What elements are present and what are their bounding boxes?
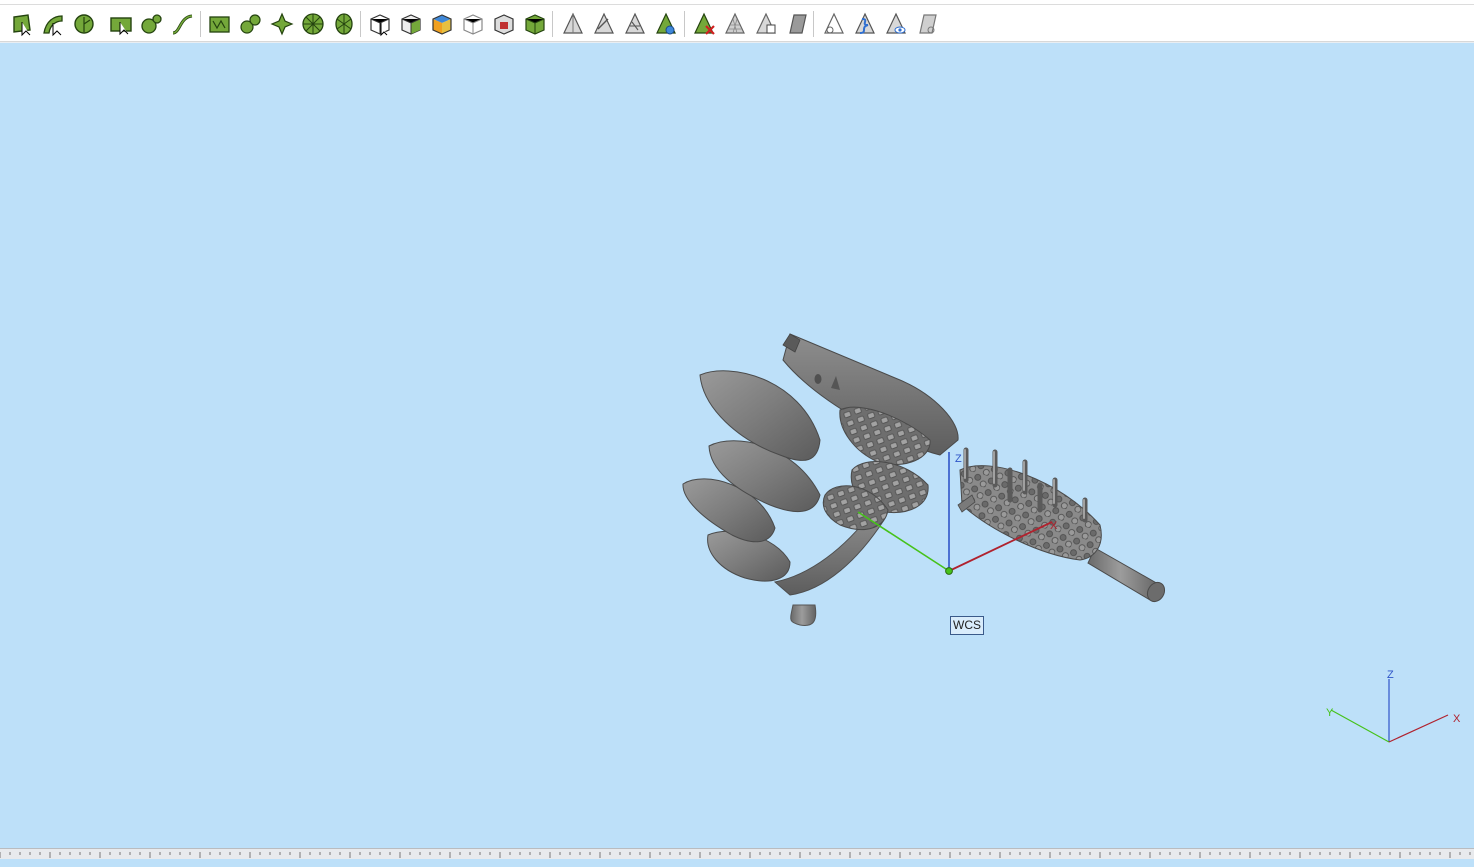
box-tool-button[interactable] (398, 11, 424, 37)
fillet-icon (139, 11, 165, 37)
toolbar-top-divider (0, 4, 1474, 5)
gizmo-y-label: Y (1326, 707, 1334, 719)
polyline-tool-button[interactable] (9, 11, 35, 37)
circle-icon (71, 11, 97, 37)
model-disc-hole (814, 374, 822, 384)
wire-box-icon (460, 11, 486, 37)
main-toolbar (0, 0, 1474, 42)
green-box-tool-button[interactable] (522, 11, 548, 37)
model-lattice-cluster[interactable] (959, 465, 1102, 561)
prism-mesh-tool-button[interactable] (722, 11, 748, 37)
rectangle-icon (108, 11, 134, 37)
prism-color-icon (653, 11, 679, 37)
arc-tool-button[interactable] (40, 11, 66, 37)
prism-split-icon (622, 11, 648, 37)
star-pattern-icon (269, 11, 295, 37)
wire-box-tool-button[interactable] (460, 11, 486, 37)
ruler-ticks (0, 852, 1471, 858)
bottom-ruler (0, 848, 1474, 859)
gizmo-y-axis (1330, 709, 1390, 743)
curve-pattern-icon (238, 11, 264, 37)
wcs-origin-point[interactable] (945, 567, 953, 575)
box-select-icon (367, 11, 393, 37)
circular-pattern-icon (300, 11, 326, 37)
wcs-z-label: Z (955, 453, 962, 465)
hollow-box-tool-button[interactable] (491, 11, 517, 37)
toolbar-separator (813, 11, 814, 37)
prism-color-tool-button[interactable] (653, 11, 679, 37)
green-box-icon (522, 11, 548, 37)
radial-pattern-tool-button[interactable] (331, 11, 357, 37)
linear-pattern-icon (207, 11, 233, 37)
gizmo-x-axis (1388, 714, 1449, 743)
view-blue-icon (852, 11, 878, 37)
arc-icon (40, 11, 66, 37)
toolbar-separator (684, 11, 685, 37)
curve-pattern-tool-button[interactable] (238, 11, 264, 37)
linear-pattern-tool-button[interactable] (207, 11, 233, 37)
view-wire-icon (821, 11, 847, 37)
circular-pattern-tool-button[interactable] (300, 11, 326, 37)
view-hidden-tool-button[interactable] (914, 11, 940, 37)
model-left-leaves[interactable] (682, 333, 959, 626)
toolbar-separator (552, 11, 553, 37)
wcs-label: WCS (950, 616, 984, 635)
toolbar-separator (360, 11, 361, 37)
toolbar-separator (200, 11, 201, 37)
prism-edge-tool-button[interactable] (591, 11, 617, 37)
view-eye-icon (883, 11, 909, 37)
model-stem-base[interactable] (790, 604, 817, 626)
gizmo-x-label: X (1453, 713, 1461, 725)
prism-fill-tool-button[interactable] (784, 11, 810, 37)
box-icon (398, 11, 424, 37)
scene-canvas[interactable]: Z X Z X Y (0, 42, 1474, 848)
spline-tool-button[interactable] (170, 11, 196, 37)
hollow-box-icon (491, 11, 517, 37)
prism-edge-icon (591, 11, 617, 37)
gizmo-z-label: Z (1387, 669, 1394, 681)
prism-mesh-icon (722, 11, 748, 37)
orientation-gizmo: Z X Y (1326, 669, 1461, 743)
colored-box-icon (429, 11, 455, 37)
spline-icon (170, 11, 196, 37)
prism-delete-tool-button[interactable] (691, 11, 717, 37)
3d-viewport[interactable]: Z X Z X Y WCS (0, 42, 1474, 848)
prism-fill-icon (784, 11, 810, 37)
polyline-icon (9, 11, 35, 37)
radial-pattern-icon (331, 11, 357, 37)
fillet-tool-button[interactable] (139, 11, 165, 37)
view-hidden-icon (914, 11, 940, 37)
star-pattern-tool-button[interactable] (269, 11, 295, 37)
wcs-x-label: X (1050, 520, 1058, 532)
view-blue-tool-button[interactable] (852, 11, 878, 37)
wcs-y-axis (857, 511, 950, 572)
prism-grid-icon (753, 11, 779, 37)
colored-box-tool-button[interactable] (429, 11, 455, 37)
view-wire-tool-button[interactable] (821, 11, 847, 37)
box-select-tool-button[interactable] (367, 11, 393, 37)
circle-tool-button[interactable] (71, 11, 97, 37)
rectangle-tool-button[interactable] (108, 11, 134, 37)
prism-split-tool-button[interactable] (622, 11, 648, 37)
prism-tool-button[interactable] (560, 11, 586, 37)
prism-delete-icon (691, 11, 717, 37)
view-eye-tool-button[interactable] (883, 11, 909, 37)
prism-icon (560, 11, 586, 37)
model-right-lattice[interactable] (957, 447, 1168, 605)
prism-grid-tool-button[interactable] (753, 11, 779, 37)
